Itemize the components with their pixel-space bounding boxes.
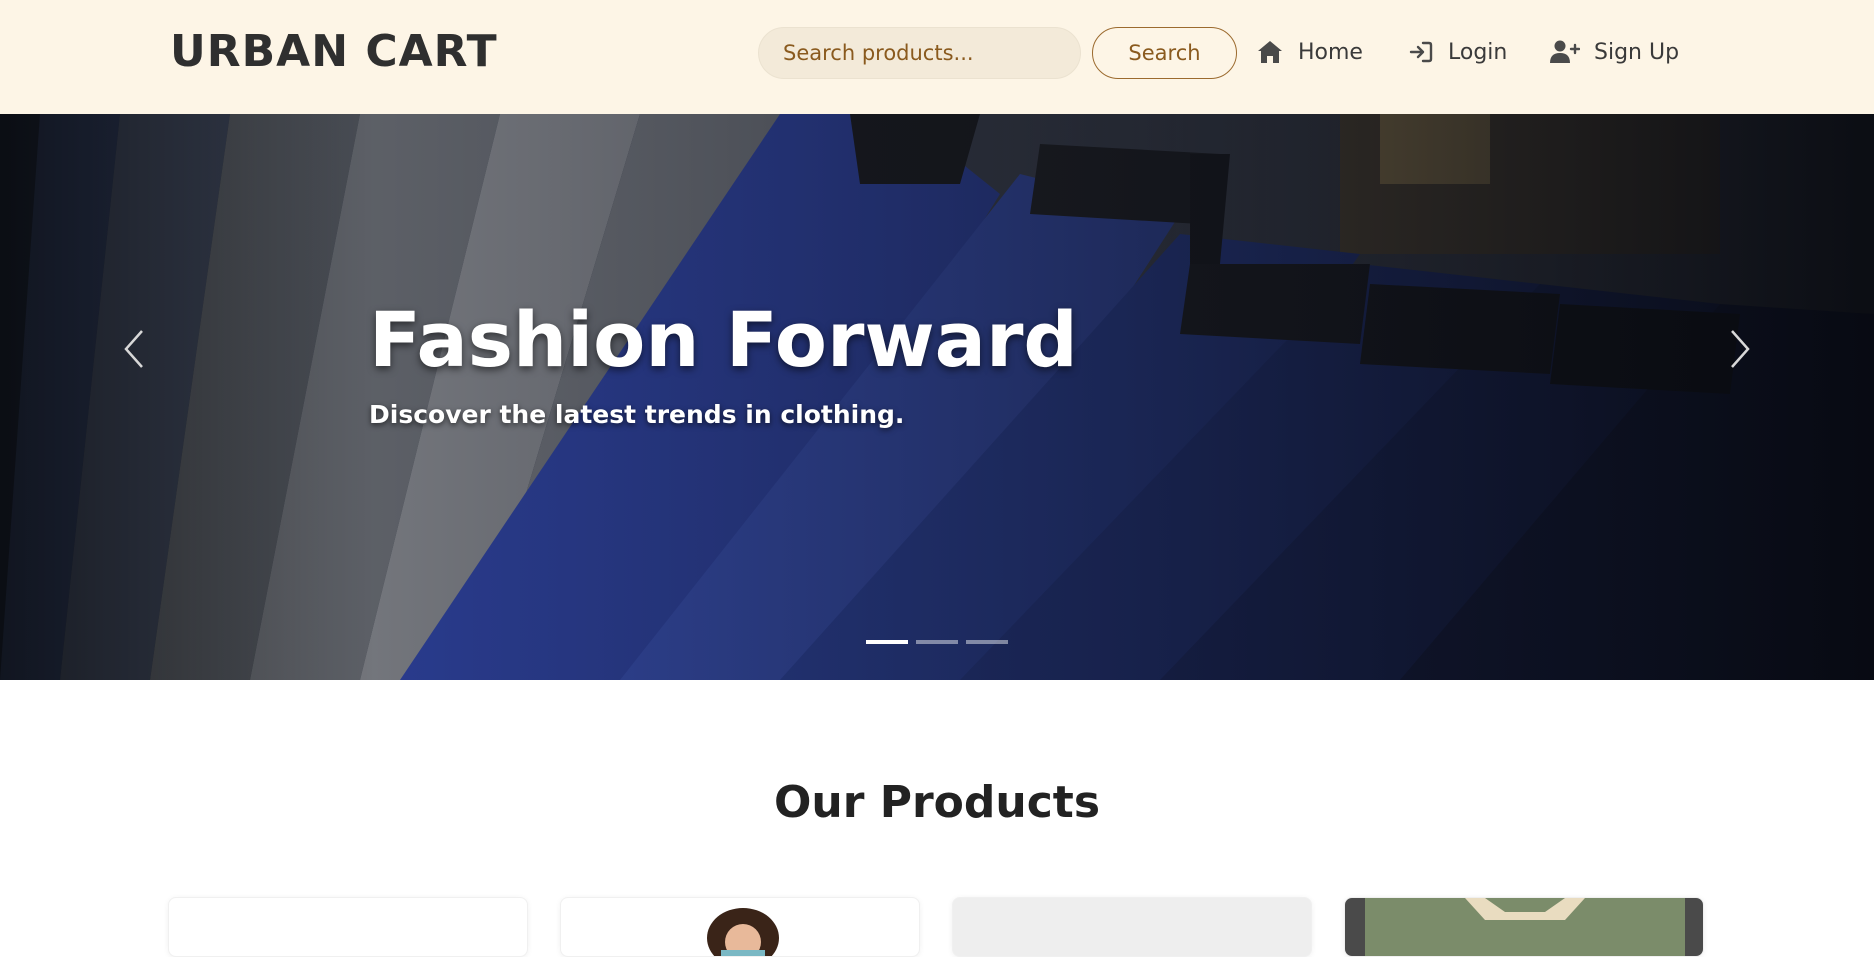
hero-background-image — [0, 114, 1874, 680]
product-image — [707, 908, 779, 956]
carousel-indicator-2[interactable] — [916, 640, 958, 644]
chevron-right-icon — [1731, 330, 1750, 368]
login-icon — [1409, 41, 1433, 63]
hero-subtitle: Discover the latest trends in clothing. — [369, 400, 905, 429]
nav-login-label: Login — [1448, 39, 1508, 65]
search-button[interactable]: Search — [1092, 27, 1237, 79]
site-header: URBAN CART Search Home Login Sign Up — [0, 0, 1874, 114]
user-plus-icon — [1550, 40, 1580, 63]
search-input[interactable] — [781, 28, 1080, 78]
nav-signup-label: Sign Up — [1594, 39, 1680, 65]
product-image — [1365, 898, 1685, 956]
hero-carousel: Fashion Forward Discover the latest tren… — [0, 114, 1874, 680]
product-card[interactable] — [168, 897, 528, 957]
carousel-indicator-3[interactable] — [966, 640, 1008, 644]
hero-title: Fashion Forward — [369, 295, 1078, 384]
product-card[interactable] — [1344, 897, 1704, 957]
product-card[interactable] — [560, 897, 920, 957]
carousel-prev-button[interactable] — [104, 314, 164, 384]
nav-login[interactable]: Login — [1408, 32, 1507, 72]
nav-home[interactable]: Home — [1256, 32, 1363, 72]
carousel-indicators — [866, 640, 1008, 644]
nav-signup[interactable]: Sign Up — [1550, 32, 1679, 72]
search-field[interactable] — [758, 27, 1081, 79]
home-icon — [1258, 41, 1282, 63]
product-card[interactable] — [952, 897, 1312, 957]
carousel-indicator-1[interactable] — [866, 640, 908, 644]
carousel-next-button[interactable] — [1710, 314, 1770, 384]
products-heading: Our Products — [773, 777, 1101, 828]
brand-logo[interactable]: URBAN CART — [170, 26, 498, 78]
nav-home-label: Home — [1298, 39, 1363, 65]
chevron-left-icon — [124, 330, 143, 368]
